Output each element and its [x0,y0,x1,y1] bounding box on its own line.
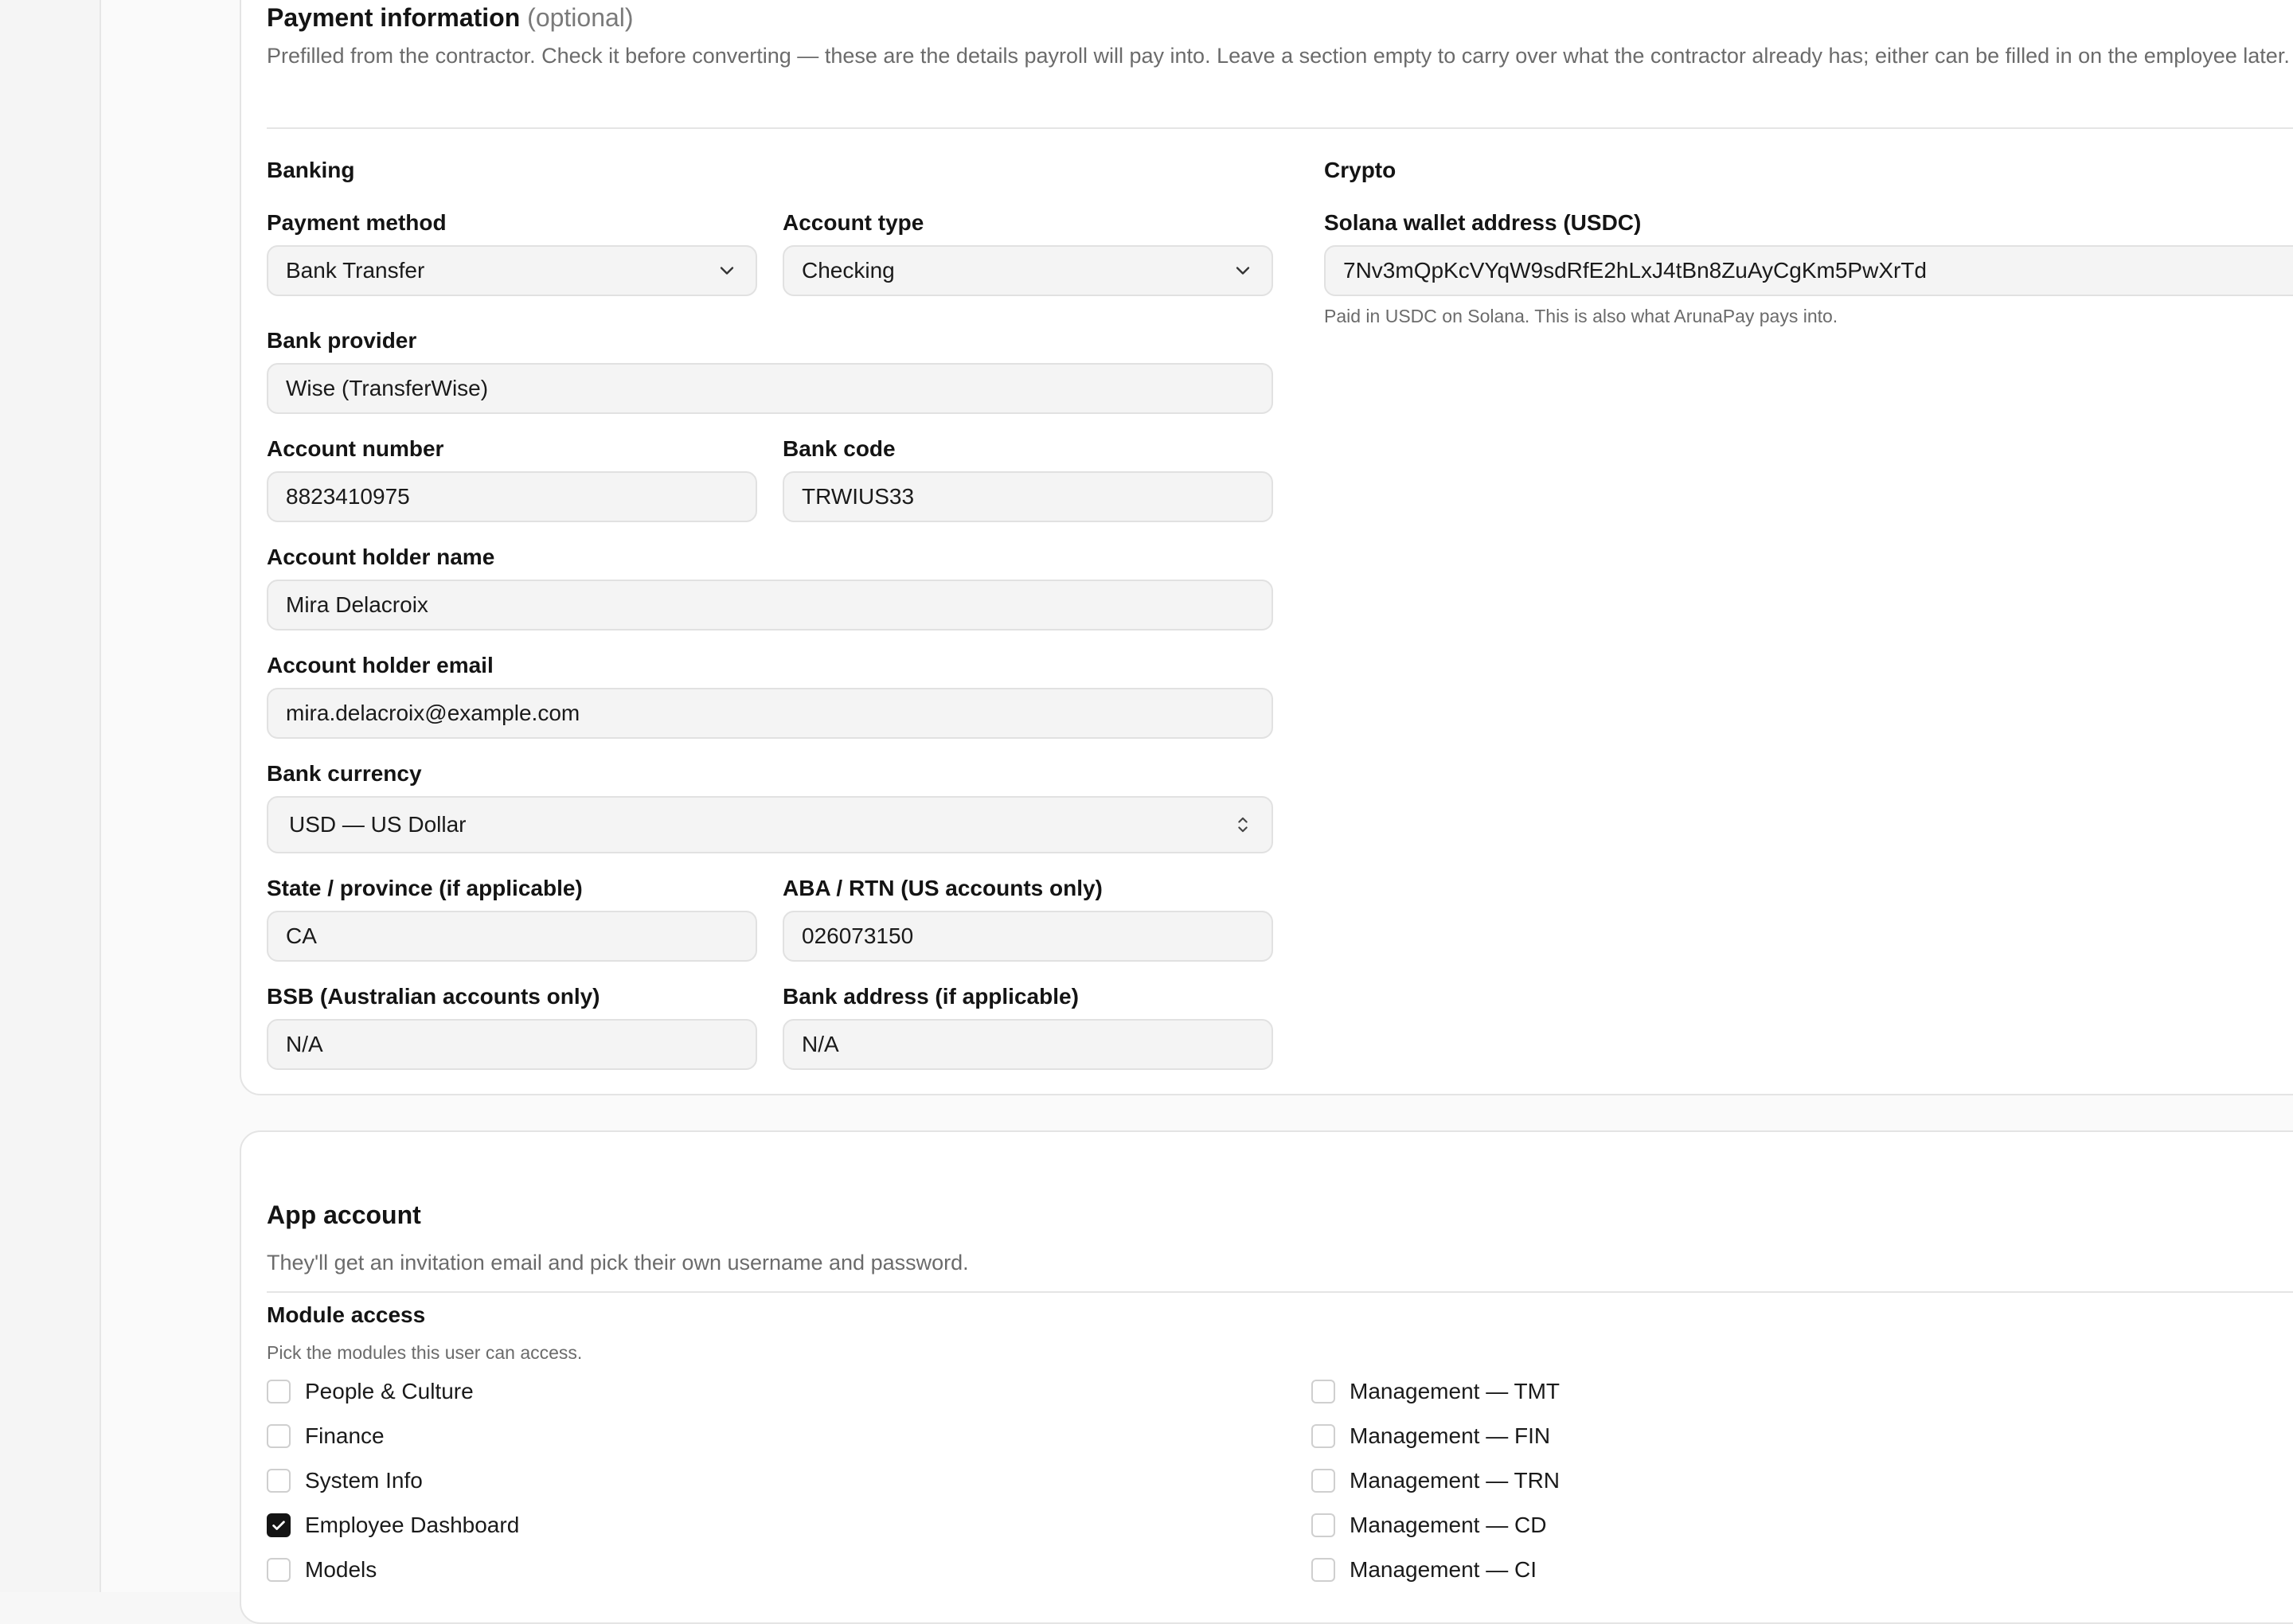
state-value: CA [286,923,317,948]
chevron-down-icon [720,267,734,275]
section-divider [267,1291,2293,1293]
wallet-value: 7Nv3mQpKcVYqW9sdRfE2hLxJ4tBn8ZuAyCgKm5Pw… [1343,258,1927,283]
aba-label: ABA / RTN (US accounts only) [783,876,1103,900]
account-number-value: 8823410975 [286,484,410,509]
module-label: Employee Dashboard [305,1513,520,1537]
checkbox[interactable] [267,1469,291,1493]
checkbox-checked[interactable] [267,1513,291,1537]
account-type-label: Account type [783,210,924,235]
module-checkbox-management-trn[interactable]: Management — TRN [1311,1465,1560,1497]
chevron-down-icon [1236,267,1250,275]
bsb-label: BSB (Australian accounts only) [267,984,600,1009]
bank-code-label: Bank code [783,436,896,461]
bank-code-value: TRWIUS33 [802,484,915,509]
aba-value: 026073150 [802,923,914,948]
app-account-description: They'll get an invitation email and pick… [267,1251,969,1275]
module-label: People & Culture [305,1379,474,1403]
payment-method-select[interactable]: Bank Transfer [267,245,757,296]
checkbox[interactable] [267,1424,291,1448]
payment-method-label: Payment method [267,210,447,235]
bank-provider-value: Wise (TransferWise) [286,376,489,400]
main-content: Payment information (optional) Prefilled… [101,0,2293,1624]
optional-tag: (optional) [527,3,634,32]
bsb-value: N/A [286,1032,323,1056]
check-icon [272,1521,285,1530]
wallet-label: Solana wallet address (USDC) [1324,210,1642,235]
checkbox[interactable] [1311,1380,1335,1403]
module-label: Management — CD [1350,1513,1547,1537]
currency-select[interactable]: USD — US Dollar [267,796,1273,853]
bank-code-input[interactable]: TRWIUS33 [783,471,1273,522]
holder-email-input[interactable]: mira.delacroix@example.com [267,688,1273,739]
module-checkbox-management-fin[interactable]: Management — FIN [1311,1420,1550,1452]
account-number-input[interactable]: 8823410975 [267,471,757,522]
currency-label: Bank currency [267,761,422,786]
section-divider [267,127,2293,129]
wallet-hint: Paid in USDC on Solana. This is also wha… [1324,306,1838,326]
holder-email-label: Account holder email [267,653,494,677]
module-checkbox-management-cd[interactable]: Management — CD [1311,1509,1546,1541]
bank-address-input[interactable]: N/A [783,1019,1273,1070]
chevron-up-down-icon [1238,817,1248,833]
state-input[interactable]: CA [267,911,757,962]
payment-method-value: Bank Transfer [286,258,425,283]
crypto-heading: Crypto [1324,158,1397,182]
checkbox[interactable] [1311,1558,1335,1582]
currency-value: USD — US Dollar [289,812,467,837]
payment-description: Prefilled from the contractor. Check it … [267,44,2290,68]
checkbox[interactable] [267,1380,291,1403]
section-title: Payment information (optional) [267,3,634,33]
account-number-label: Account number [267,436,444,461]
app-account-card: App account They'll get an invitation em… [240,1130,2293,1624]
module-checkbox-people-culture[interactable]: People & Culture [267,1376,474,1407]
wallet-input[interactable]: 7Nv3mQpKcVYqW9sdRfE2hLxJ4tBn8ZuAyCgKm5Pw… [1324,245,2293,296]
module-label: Management — TMT [1350,1379,1561,1403]
module-checkbox-employee-dashboard[interactable]: Employee Dashboard [267,1509,519,1541]
checkbox[interactable] [267,1558,291,1582]
module-label: Models [305,1557,377,1582]
module-checkbox-system-info[interactable]: System Info [267,1465,423,1497]
checkbox[interactable] [1311,1424,1335,1448]
module-label: Management — TRN [1350,1468,1561,1493]
module-access-label: Module access [267,1302,426,1327]
module-label: System Info [305,1468,423,1493]
app-account-title: App account [267,1200,421,1229]
holder-name-input[interactable]: Mira Delacroix [267,580,1273,630]
bsb-input[interactable]: N/A [267,1019,757,1070]
state-label: State / province (if applicable) [267,876,583,900]
bank-provider-label: Bank provider [267,328,417,353]
module-checkbox-models[interactable]: Models [267,1554,377,1586]
module-checkbox-finance[interactable]: Finance [267,1420,385,1452]
account-type-value: Checking [802,258,895,283]
module-label: Management — CI [1350,1557,1537,1582]
bank-address-label: Bank address (if applicable) [783,984,1079,1009]
aba-input[interactable]: 026073150 [783,911,1273,962]
banking-heading: Banking [267,158,355,182]
sidebar [0,0,101,1592]
holder-email-value: mira.delacroix@example.com [286,701,580,725]
module-checkbox-management-tmt[interactable]: Management — TMT [1311,1376,1560,1407]
module-checkbox-management-ci[interactable]: Management — CI [1311,1554,1537,1586]
bank-provider-input[interactable]: Wise (TransferWise) [267,363,1273,414]
account-type-select[interactable]: Checking [783,245,1273,296]
payment-title: Payment information [267,3,521,32]
holder-name-value: Mira Delacroix [286,592,428,617]
module-label: Finance [305,1423,385,1448]
checkbox[interactable] [1311,1513,1335,1537]
checkbox[interactable] [1311,1469,1335,1493]
payment-information-card: Payment information (optional) Prefilled… [240,0,2293,1095]
bank-address-value: N/A [802,1032,839,1056]
holder-name-label: Account holder name [267,545,495,569]
module-label: Management — FIN [1350,1423,1551,1448]
module-access-hint: Pick the modules this user can access. [267,1342,583,1363]
